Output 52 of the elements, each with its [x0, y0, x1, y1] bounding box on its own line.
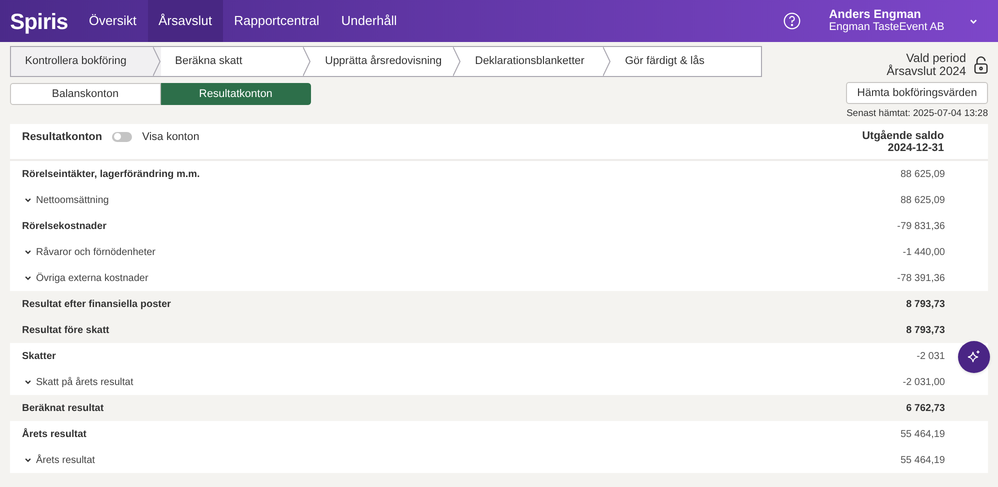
row-value: 8 793,73	[906, 324, 945, 338]
chevron-icon	[24, 196, 32, 204]
row-value: -1 440,00	[902, 246, 945, 260]
nav-tab[interactable]: Översikt	[78, 0, 148, 42]
row-label: Övriga externa kostnader	[36, 272, 148, 286]
row-label: Resultat efter finansiella poster	[22, 298, 171, 312]
nav-tab[interactable]: Underhåll	[330, 0, 408, 42]
nav-tab[interactable]: Årsavslut	[148, 0, 223, 42]
row-value: -2 031	[916, 350, 945, 364]
logo: Spiris	[9, 8, 69, 36]
row-value: 55 464,19	[900, 428, 945, 442]
row-value: 88 625,09	[900, 168, 945, 182]
toggle-switch[interactable]	[112, 132, 132, 142]
row-value: 55 464,19	[900, 454, 945, 468]
table-title: Resultatkonton	[22, 130, 102, 144]
row-label: Resultat före skatt	[22, 324, 110, 338]
period-value: Årsavslut 2024	[886, 65, 966, 78]
help-icon[interactable]	[783, 12, 801, 30]
row-value: 8 793,73	[906, 298, 945, 312]
sparkle-icon	[966, 349, 982, 365]
step-tab[interactable]: Kontrollera bokföring	[11, 47, 161, 76]
dropdown-chevron-icon	[969, 16, 978, 26]
row-label: Årets resultat	[36, 453, 95, 468]
segment-tab[interactable]: Balanskonton	[10, 83, 160, 105]
row-label: Råvaror och förnödenheter	[36, 246, 156, 260]
chevron-icon	[24, 456, 32, 464]
fetch-values-button[interactable]: Hämta bokföringsvärden	[846, 82, 988, 104]
column-header: 2024-12-31	[888, 142, 944, 154]
row-label: Skatter	[22, 350, 56, 364]
unlocked-padlock-icon	[974, 56, 988, 74]
row-label: Årets resultat	[22, 427, 86, 442]
row-label: Skatt på årets resultat	[36, 376, 134, 390]
toggle-label: Visa konton	[142, 130, 200, 144]
column-header: Utgående saldo	[862, 130, 944, 142]
row-value: -78 391,36	[897, 272, 945, 286]
last-fetched-text: Senast hämtat: 2025-07-04 13:28	[846, 107, 988, 121]
nav-tab[interactable]: Rapportcentral	[222, 0, 330, 42]
chevron-icon	[24, 248, 32, 256]
row-value: 88 625,09	[900, 194, 945, 208]
row-label: Rörelsekostnader	[22, 220, 106, 234]
row-value: 6 762,73	[906, 402, 945, 416]
row-label: Nettoomsättning	[36, 194, 109, 208]
period-label: Vald period	[906, 52, 966, 65]
chevron-icon	[24, 274, 32, 282]
segment-tab[interactable]: Resultatkonton	[160, 83, 311, 105]
user-name: Anders Engman	[829, 8, 922, 21]
row-label: Rörelseintäkter, lagerförändring m.m.	[22, 168, 200, 182]
row-value: -79 831,36	[897, 220, 945, 234]
chevron-icon	[24, 378, 32, 386]
company-name: Engman TasteEvent AB	[829, 21, 946, 34]
row-label: Beräknat resultat	[22, 402, 104, 416]
row-value: -2 031,00	[902, 376, 945, 390]
